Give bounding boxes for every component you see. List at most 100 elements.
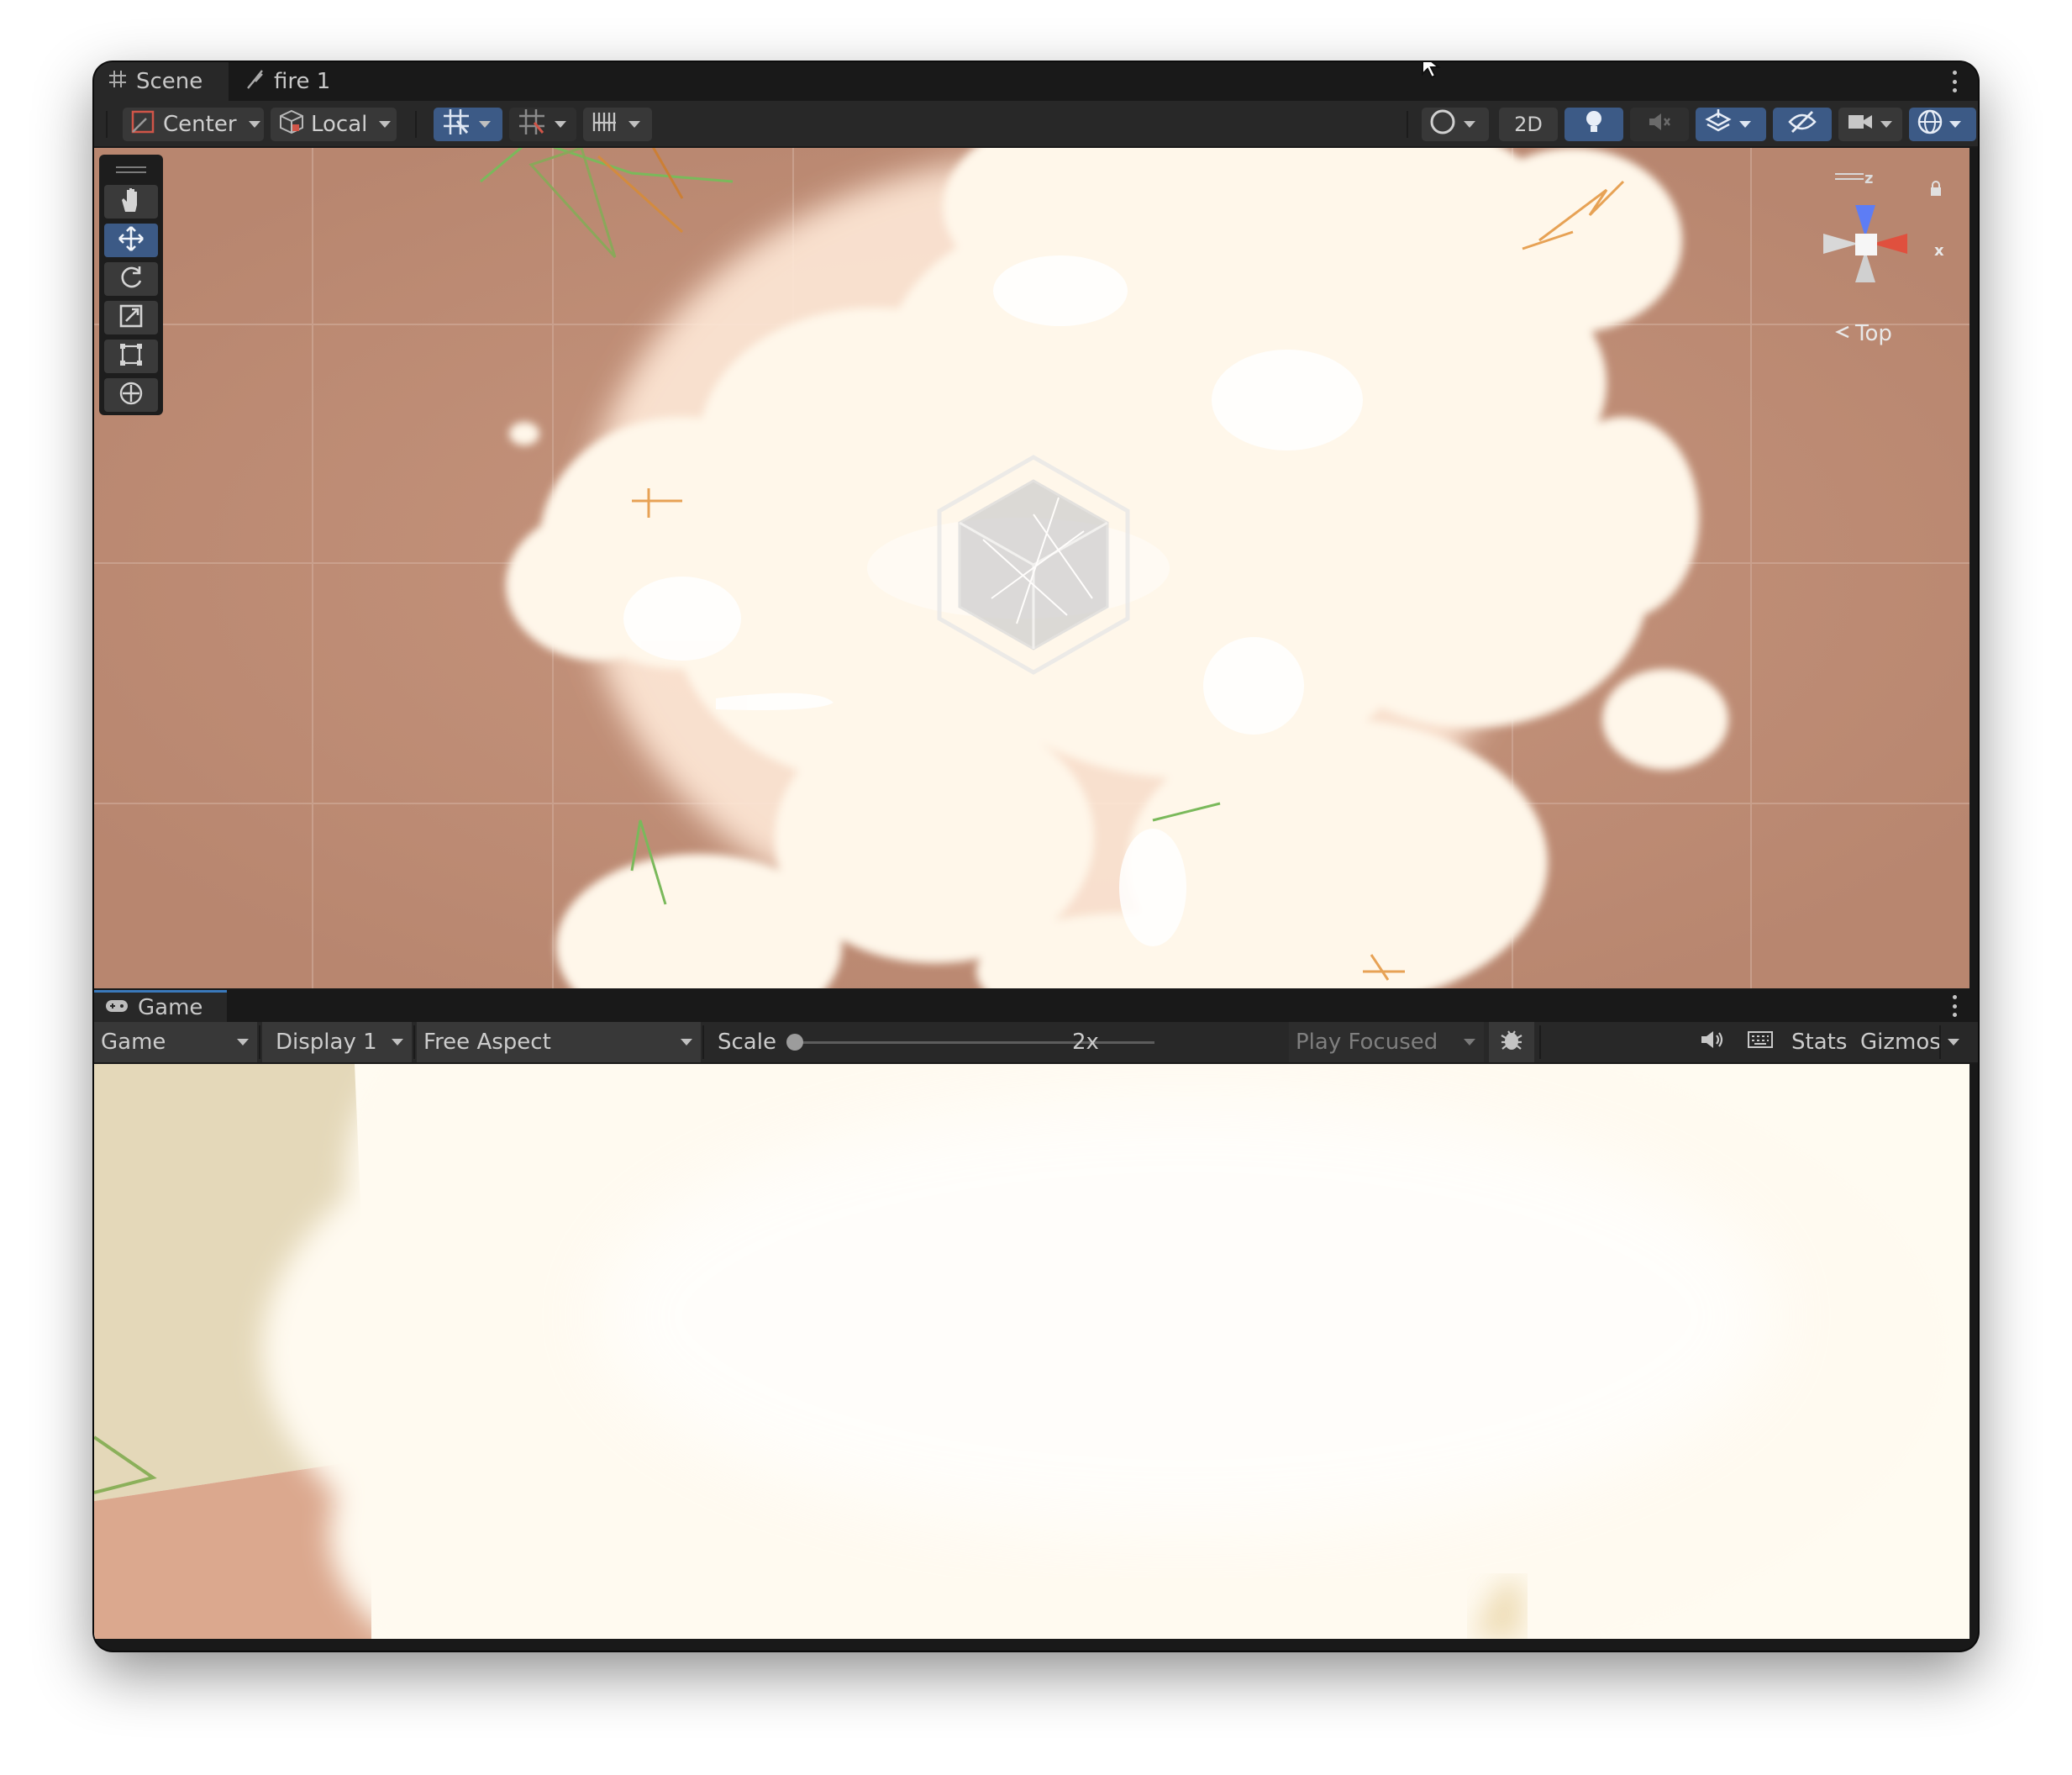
ruler-icon [592, 109, 620, 140]
scene-more-options-icon[interactable] [1953, 71, 1958, 92]
chevron-left-icon [1835, 321, 1850, 346]
display-dropdown[interactable]: Display 1 [262, 1022, 412, 1062]
chevron-down-icon [1464, 1039, 1475, 1046]
audio-mute-button[interactable] [1691, 1022, 1733, 1062]
chevron-down-icon [681, 1039, 692, 1046]
tab-fire-1-label: fire 1 [274, 69, 331, 94]
grid-hash-icon [108, 69, 136, 95]
lighting-toggle-button[interactable] [1565, 108, 1623, 141]
move-tool-button[interactable] [104, 224, 158, 257]
rect-tool-button[interactable] [104, 340, 158, 373]
game-mode-dropdown[interactable]: Game [94, 1022, 257, 1062]
view-orientation-toggle[interactable]: Top [1835, 321, 1892, 346]
grid-snap-icon [442, 108, 471, 142]
chevron-down-icon [1464, 121, 1475, 128]
keyboard-icon [1747, 1030, 1774, 1056]
tab-game-label: Game [138, 994, 203, 1020]
audio-toggle-button[interactable] [1630, 108, 1689, 141]
axis-x-label: x [1934, 242, 1944, 260]
transform-tool-icon [118, 380, 145, 410]
chevron-down-icon [1880, 121, 1892, 128]
keyboard-shortcuts-button[interactable] [1738, 1022, 1783, 1062]
rect-tool-icon [118, 341, 145, 371]
game-mode-label: Game [101, 1030, 166, 1055]
scale-value: 2x [1065, 1022, 1116, 1062]
game-more-options-icon[interactable] [1953, 995, 1958, 1017]
scale-slider-handle[interactable] [786, 1034, 803, 1051]
frame-debugger-button[interactable] [1489, 1022, 1534, 1062]
stats-button[interactable]: Stats [1785, 1022, 1848, 1062]
aspect-ratio-dropdown[interactable]: Free Aspect [417, 1022, 701, 1062]
gizmos-dropdown-arrow[interactable] [1941, 1022, 1973, 1062]
effects-dropdown[interactable] [1696, 108, 1766, 141]
chevron-down-icon [479, 121, 491, 128]
gizmos-dropdown[interactable] [1909, 108, 1976, 141]
toggle-2d-label: 2D [1514, 113, 1543, 136]
feather-icon [245, 68, 274, 96]
layers-effects-icon [1704, 108, 1733, 142]
scale-label-text: Scale [718, 1030, 776, 1055]
transform-tool-button[interactable] [104, 378, 158, 412]
pivot-space-dropdown[interactable]: Local [271, 108, 397, 141]
chevron-down-icon [379, 121, 392, 128]
play-focused-label: Play Focused [1296, 1030, 1438, 1055]
chevron-down-icon [1948, 1039, 1959, 1046]
chevron-down-icon [392, 1039, 403, 1046]
game-render [94, 1064, 1969, 1639]
tab-scene[interactable]: Scene [94, 62, 229, 101]
pivot-space-label: Local [311, 112, 368, 137]
eye-hidden-icon [1787, 110, 1817, 140]
grid-visibility-button[interactable] [434, 108, 502, 141]
scale-tool-button[interactable] [104, 301, 158, 334]
increment-snap-button[interactable] [583, 108, 652, 141]
globe-gizmo-icon [1916, 108, 1944, 142]
move-tool-icon [118, 225, 145, 255]
chevron-down-icon [1739, 121, 1751, 128]
overlay-grip-handle[interactable] [116, 166, 146, 168]
pivot-center-label: Center [163, 112, 237, 137]
rotate-tool-icon [118, 264, 145, 294]
unity-editor-window: Scene fire 1 Center Local 2D z x Top Gam… [94, 62, 1978, 1651]
rotate-tool-button[interactable] [104, 262, 158, 296]
play-focused-dropdown[interactable]: Play Focused [1289, 1022, 1484, 1062]
tab-game[interactable]: Game [94, 990, 227, 1022]
gizmos-toggle-button[interactable]: Gizmos [1854, 1022, 1941, 1062]
grid-snapping-button[interactable] [509, 108, 576, 141]
game-toolbar: Game Display 1 Free Aspect Scale 2x Play… [94, 1022, 1978, 1064]
draw-mode-dropdown[interactable] [1422, 108, 1489, 141]
tab-scene-label: Scene [136, 69, 203, 94]
hand-tool-button[interactable] [104, 185, 158, 219]
speaker-icon [1699, 1029, 1724, 1056]
tab-fire-1[interactable]: fire 1 [245, 62, 371, 101]
game-view[interactable] [94, 1064, 1969, 1639]
scale-label: Scale [711, 1022, 786, 1062]
axis-z-label: z [1864, 170, 1874, 187]
gamepad-icon [104, 995, 138, 1020]
view-orientation-label: Top [1855, 321, 1892, 346]
scene-viewport[interactable]: z x Top [94, 148, 1969, 988]
cube-icon [277, 108, 306, 141]
chevron-down-icon [1949, 121, 1961, 128]
mouse-pointer-icon [1420, 62, 1442, 84]
chevron-down-icon [237, 1039, 249, 1046]
scene-visibility-button[interactable] [1773, 108, 1832, 141]
scale-value-text: 2x [1072, 1030, 1099, 1055]
game-tab-bar: Game [94, 990, 1978, 1022]
scene-tab-bar: Scene fire 1 [94, 62, 1978, 101]
stats-label: Stats [1791, 1030, 1848, 1055]
camera-icon [1847, 112, 1874, 138]
camera-settings-dropdown[interactable] [1838, 108, 1902, 141]
bug-icon [1499, 1027, 1524, 1058]
aspect-ratio-label: Free Aspect [423, 1030, 551, 1055]
light-bulb-icon [1582, 108, 1606, 142]
toggle-2d-button[interactable]: 2D [1499, 108, 1558, 141]
orientation-gizmo[interactable]: z x Top [1785, 156, 1953, 358]
speaker-muted-icon [1647, 110, 1672, 140]
chevron-down-icon [555, 121, 566, 128]
scene-render [94, 148, 1969, 988]
scene-tools-overlay [99, 155, 163, 415]
grid-snap-increment-icon [518, 108, 546, 142]
shaded-sphere-icon [1428, 108, 1457, 142]
pivot-center-dropdown[interactable]: Center [123, 108, 264, 141]
hand-tool-icon [118, 187, 144, 217]
